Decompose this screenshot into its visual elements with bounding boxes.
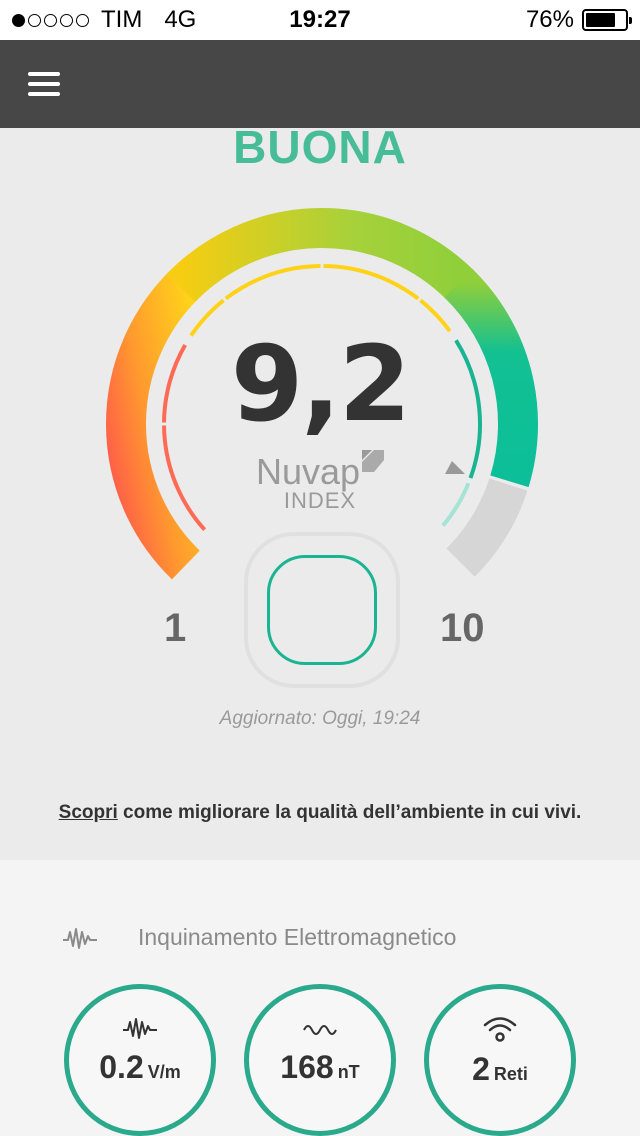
carrier-name: TIM [101,6,143,33]
discover-text: come migliorare la qualità dell’ambiente… [117,802,582,823]
magnetic-field-value: 168 [280,1049,334,1085]
battery-icon [582,9,632,31]
status-bar: TIM 4G 19:27 76% [0,0,640,40]
emf-section: Inquinamento Elettromagnetico 0.2 V/m 168… [0,860,640,1136]
battery-percentage: 76% [525,6,574,33]
status-right: 76% [525,6,632,34]
signal-strength-icon [12,13,89,27]
brand-mark-icon [362,450,385,472]
emf-field-value: 0.2 [99,1049,144,1085]
last-updated: Aggiornato: Oggi, 19:24 [219,708,421,729]
section-header: Inquinamento Elettromagnetico [62,924,456,951]
quality-score: 9,2 [230,323,411,445]
discover-tip: Scopri come migliorare la qualità dell’a… [0,802,640,824]
emf-field-card[interactable]: 0.2 V/m [64,984,216,1136]
air-quality-panel: BUONA 9,2 Nuvap INDEX 1 10 Aggiornato: O… [0,128,640,860]
magnetic-field-card[interactable]: 168 nT [244,984,396,1136]
range-min-label: 1 [164,606,187,650]
network-type: 4G [164,6,197,33]
top-navbar [0,40,640,128]
brand-name: Nuvap [255,451,361,492]
emf-cards: 0.2 V/m 168 nT 2 Reti [64,984,576,1136]
magnetic-field-unit: nT [337,1062,360,1082]
range-max-label: 10 [440,606,485,650]
brand-subtitle: INDEX [283,488,357,513]
networks-card[interactable]: 2 Reti [424,984,576,1136]
emf-field-unit: V/m [147,1062,181,1082]
hamburger-menu-icon[interactable] [28,72,60,96]
networks-value-row: 2 Reti [472,1051,528,1088]
status-left: TIM 4G [12,6,196,34]
brand-logo: Nuvap [0,450,640,493]
gauge-segment-mid [166,208,475,302]
emf-wave-icon [63,927,97,949]
device-icon[interactable] [244,532,400,688]
discover-link[interactable]: Scopri [59,802,118,823]
section-title: Inquinamento Elettromagnetico [138,924,457,950]
emf-wave-icon [123,1018,157,1039]
wifi-icon [483,1017,517,1042]
networks-value: 2 [472,1051,490,1087]
emf-field-value-row: 0.2 V/m [99,1049,181,1086]
magnetic-wave-icon [303,1025,337,1035]
magnetic-field-value-row: 168 nT [280,1049,359,1086]
networks-unit: Reti [493,1064,528,1084]
